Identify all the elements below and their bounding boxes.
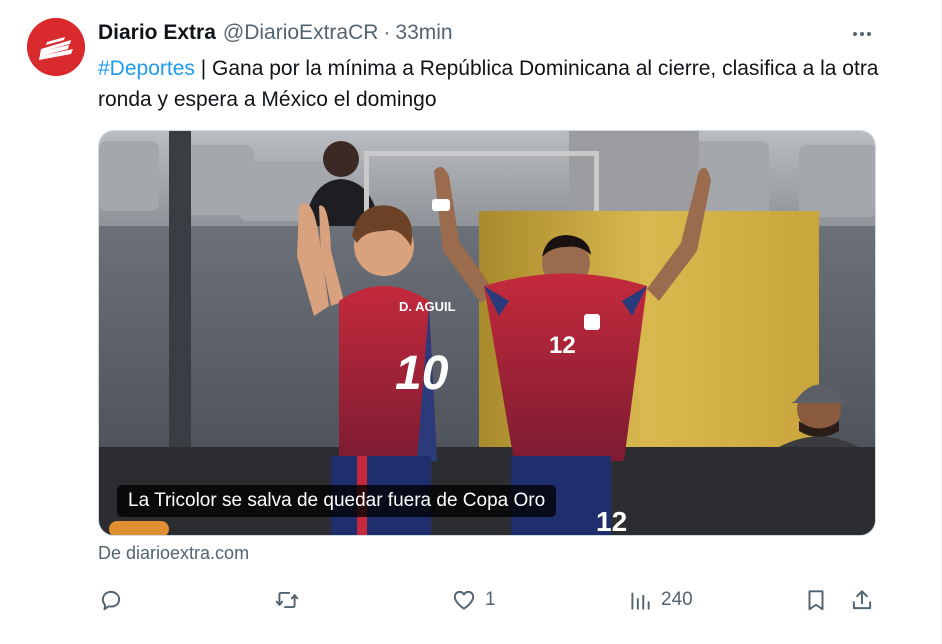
repost-arrows-icon (275, 591, 299, 609)
diario-extra-logo-icon (27, 18, 85, 76)
link-card-title: La Tricolor se salva de quedar fuera de … (117, 485, 557, 517)
bar-chart-icon (631, 592, 650, 610)
views-count: 240 (661, 589, 693, 610)
svg-text:D. AGUIL: D. AGUIL (399, 299, 456, 314)
svg-text:12: 12 (596, 506, 627, 536)
speech-bubble-icon (101, 590, 121, 611)
tweet-header: Diario Extra @DiarioExtraCR · 33min (98, 20, 453, 46)
share-upload-icon (852, 590, 872, 610)
repost-button[interactable] (274, 580, 308, 620)
views-button[interactable]: 240 (627, 580, 693, 620)
more-options-button[interactable] (846, 22, 878, 46)
tweet-text: #Deportes | Gana por la mínima a Repúbli… (98, 53, 888, 115)
author-name[interactable]: Diario Extra (98, 21, 216, 45)
post-time[interactable]: 33min (395, 21, 452, 45)
text-separator: | (194, 57, 213, 80)
tweet-actions: 1 240 (0, 580, 942, 620)
avatar[interactable] (27, 18, 85, 76)
svg-text:10: 10 (395, 347, 449, 400)
tweet-body: Gana por la mínima a República Dominican… (98, 57, 879, 111)
more-horizontal-icon (853, 32, 871, 36)
reply-button[interactable] (98, 580, 132, 620)
heart-icon (453, 590, 475, 610)
like-count: 1 (485, 589, 496, 610)
link-source[interactable]: De diarioextra.com (98, 543, 249, 564)
share-button[interactable] (849, 580, 875, 620)
bookmark-button[interactable] (803, 580, 829, 620)
tweet-card[interactable]: Diario Extra @DiarioExtraCR · 33min #Dep… (0, 0, 942, 644)
bookmark-icon (808, 590, 824, 611)
separator-dot: · (383, 21, 391, 44)
author-handle[interactable]: @DiarioExtraCR (223, 21, 379, 45)
svg-text:12: 12 (549, 332, 576, 359)
football-celebration-photo: D. AGUIL 10 12 12 (99, 131, 875, 536)
link-card-image[interactable]: D. AGUIL 10 12 12 La Tricolor se salva d… (98, 130, 876, 536)
like-button[interactable]: 1 (451, 580, 496, 620)
hashtag-link[interactable]: #Deportes (98, 57, 195, 80)
